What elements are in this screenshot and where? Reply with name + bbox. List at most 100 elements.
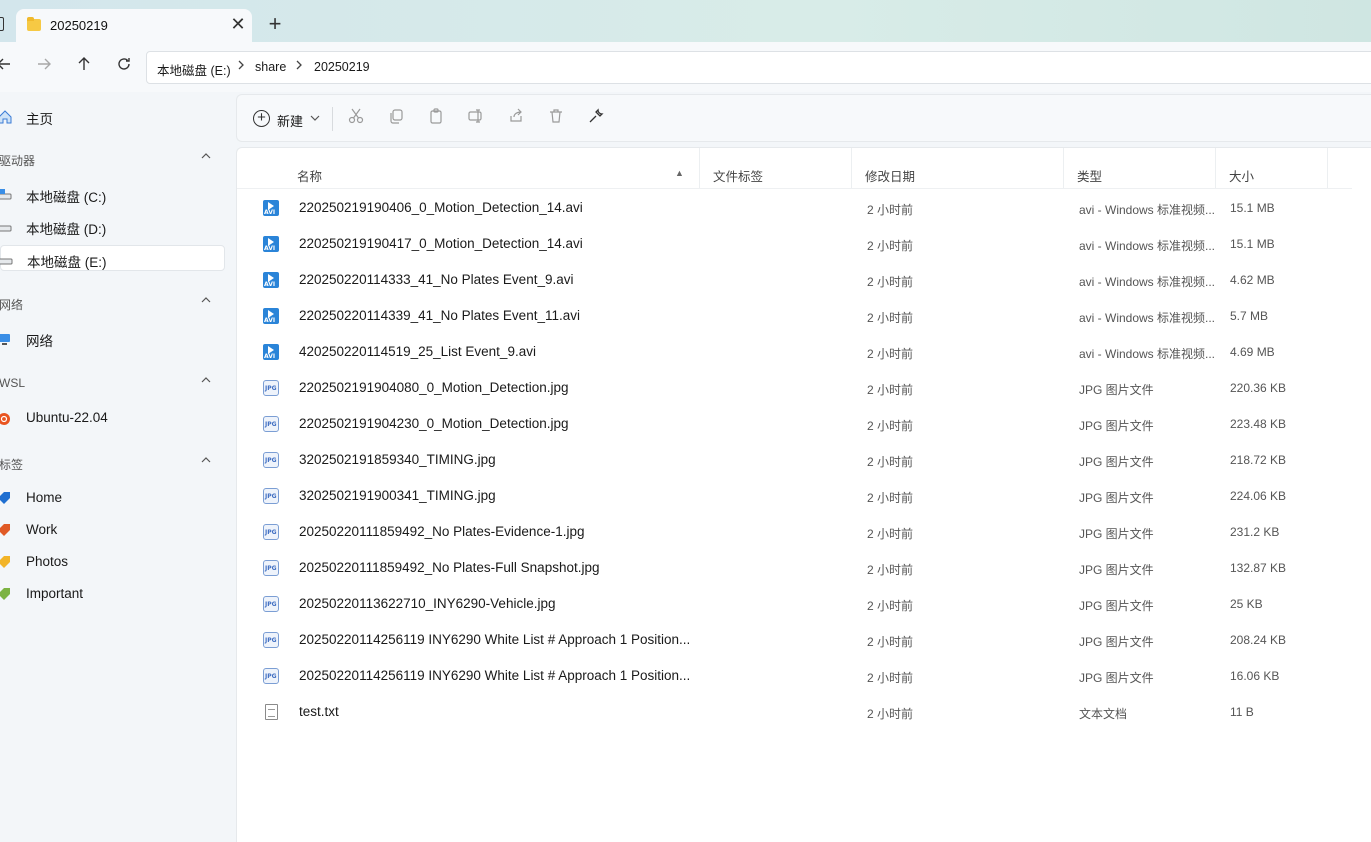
address-bar[interactable]: 本地磁盘 (E:) share 20250219 — [146, 51, 1371, 84]
section-label: 网络 — [0, 298, 24, 312]
file-modified: 2 小时前 — [867, 419, 914, 433]
file-modified: 2 小时前 — [867, 563, 914, 577]
sidebar-item-tag-photos[interactable]: Photos — [0, 549, 225, 575]
file-name: 20250220111859492_No Plates-Evidence-1.j… — [299, 524, 585, 539]
file-type: avi - Windows 标准视频... — [1079, 275, 1216, 289]
column-header-size[interactable]: 大小 — [1229, 166, 1254, 185]
file-row[interactable]: 2202502191904230_0_Motion_Detection.jpg 2… — [237, 406, 1352, 442]
breadcrumb-share[interactable]: share — [255, 60, 286, 74]
tab-current[interactable]: 20250219 ✕ — [16, 9, 252, 42]
network-icon — [0, 331, 11, 345]
folder-icon — [27, 17, 41, 31]
file-row[interactable]: 3202502191900341_TIMING.jpg 2 小时前 JPG 图片文件… — [237, 478, 1352, 514]
sidebar-item-drive-e[interactable]: 本地磁盘 (E:) — [0, 245, 225, 271]
chevron-up-icon[interactable] — [200, 454, 212, 469]
paste-icon[interactable] — [425, 108, 447, 130]
file-row[interactable]: 220250219190417_0_Motion_Detection_14.av… — [237, 226, 1352, 262]
sidebar-item-drive-c[interactable]: 本地磁盘 (C:) — [0, 181, 225, 207]
jpg-file-icon — [263, 380, 279, 396]
close-tab-icon[interactable]: ✕ — [228, 14, 248, 34]
sidebar: 主页 驱动器 本地磁盘 (C:) 本地磁盘 (D:) 本地磁盘 (E:) 网络 — [0, 92, 236, 842]
file-row[interactable]: 220250219190406_0_Motion_Detection_14.av… — [237, 190, 1352, 226]
column-divider[interactable] — [1327, 148, 1328, 188]
sidebar-item-tag-important[interactable]: Important — [0, 581, 225, 607]
avi-file-icon — [263, 272, 279, 288]
sidebar-item-tag-work[interactable]: Work — [0, 517, 225, 543]
sidebar-item-tag-home[interactable]: Home — [0, 485, 225, 511]
section-drives[interactable]: 驱动器 — [0, 150, 225, 170]
jpg-file-icon — [263, 560, 279, 576]
file-size: 224.06 KB — [1230, 489, 1287, 503]
plus-circle-icon: + — [253, 110, 270, 127]
chevron-up-icon[interactable] — [200, 294, 212, 309]
new-tab-button[interactable]: + — [264, 13, 286, 35]
file-row[interactable]: test.txt 2 小时前 文本文档 11 B — [237, 694, 1352, 730]
tab-title: 20250219 — [50, 18, 108, 33]
section-network[interactable]: 网络 — [0, 294, 225, 314]
column-header-type[interactable]: 类型 — [1077, 166, 1102, 185]
avi-file-icon — [263, 236, 279, 252]
file-row[interactable]: 3202502191859340_TIMING.jpg 2 小时前 JPG 图片文件… — [237, 442, 1352, 478]
forward-button[interactable] — [32, 54, 56, 78]
file-row[interactable]: 20250220111859492_No Plates-Evidence-1.j… — [237, 514, 1352, 550]
toolbar-divider — [332, 107, 333, 131]
breadcrumb-folder[interactable]: 20250219 — [314, 60, 370, 74]
file-type: avi - Windows 标准视频... — [1079, 239, 1216, 253]
column-divider[interactable] — [699, 148, 700, 188]
copy-icon[interactable] — [385, 108, 407, 130]
column-header-tags[interactable]: 文件标签 — [713, 166, 763, 185]
file-type: JPG 图片文件 — [1079, 671, 1154, 685]
file-name: 220250220114333_41_No Plates Event_9.avi — [299, 272, 574, 287]
file-row[interactable]: 420250220114519_25_List Event_9.avi 2 小时前… — [237, 334, 1352, 370]
file-name: 20250220114256119 INY6290 White List # A… — [299, 668, 691, 683]
column-header-modified[interactable]: 修改日期 — [865, 166, 915, 185]
sidebar-item-label: 本地磁盘 (E:) — [27, 255, 107, 270]
refresh-icon — [118, 58, 130, 70]
file-row[interactable]: 220250220114339_41_No Plates Event_11.av… — [237, 298, 1352, 334]
sidebar-item-drive-d[interactable]: 本地磁盘 (D:) — [0, 213, 225, 239]
file-row[interactable]: 20250220113622710_INY6290-Vehicle.jpg 2 小… — [237, 586, 1352, 622]
breadcrumb-drive[interactable]: 本地磁盘 (E:) — [157, 60, 231, 79]
file-row[interactable]: 20250220111859492_No Plates-Full Snapsho… — [237, 550, 1352, 586]
section-tags[interactable]: 标签 — [0, 454, 225, 474]
rename-icon[interactable] — [465, 108, 487, 130]
column-divider[interactable] — [851, 148, 852, 188]
file-size: 218.72 KB — [1230, 453, 1287, 467]
file-name: 20250220113622710_INY6290-Vehicle.jpg — [299, 596, 556, 611]
chevron-right-icon[interactable] — [294, 58, 304, 75]
cut-icon[interactable] — [345, 108, 367, 130]
share-icon[interactable] — [505, 108, 527, 130]
column-header-name[interactable]: 名称 — [297, 166, 322, 185]
window-menu-icon[interactable] — [0, 17, 4, 31]
section-wsl[interactable]: WSL — [0, 374, 225, 394]
column-divider[interactable] — [1215, 148, 1216, 188]
sort-ascending-icon: ▲ — [675, 168, 684, 178]
column-divider[interactable] — [1063, 148, 1064, 188]
file-name: 20250220111859492_No Plates-Full Snapsho… — [299, 560, 600, 575]
chevron-right-icon[interactable] — [236, 58, 246, 75]
sidebar-item-ubuntu[interactable]: Ubuntu-22.04 — [0, 405, 225, 431]
jpg-file-icon — [263, 632, 279, 648]
file-size: 231.2 KB — [1230, 525, 1280, 539]
file-row[interactable]: 2202502191904080_0_Motion_Detection.jpg 2… — [237, 370, 1352, 406]
back-button[interactable] — [0, 54, 16, 78]
refresh-button[interactable] — [112, 54, 136, 78]
file-type: JPG 图片文件 — [1079, 635, 1154, 649]
file-name: test.txt — [299, 704, 339, 719]
ubuntu-icon — [0, 411, 11, 425]
jpg-file-icon — [263, 524, 279, 540]
chevron-up-icon[interactable] — [200, 150, 212, 165]
file-modified: 2 小时前 — [867, 311, 914, 325]
file-row[interactable]: 20250220114256119 INY6290 White List # A… — [237, 622, 1352, 658]
sidebar-item-home[interactable]: 主页 — [0, 103, 225, 129]
wrench-icon[interactable] — [585, 108, 607, 130]
up-button[interactable] — [72, 54, 96, 78]
file-row[interactable]: 20250220114256119 INY6290 White List # A… — [237, 658, 1352, 694]
sidebar-item-network[interactable]: 网络 — [0, 325, 225, 351]
arrow-left-icon — [0, 58, 10, 70]
chevron-up-icon[interactable] — [200, 374, 212, 389]
file-name: 420250220114519_25_List Event_9.avi — [299, 344, 536, 359]
tag-icon — [0, 555, 11, 569]
delete-icon[interactable] — [545, 108, 567, 130]
file-row[interactable]: 220250220114333_41_No Plates Event_9.avi… — [237, 262, 1352, 298]
